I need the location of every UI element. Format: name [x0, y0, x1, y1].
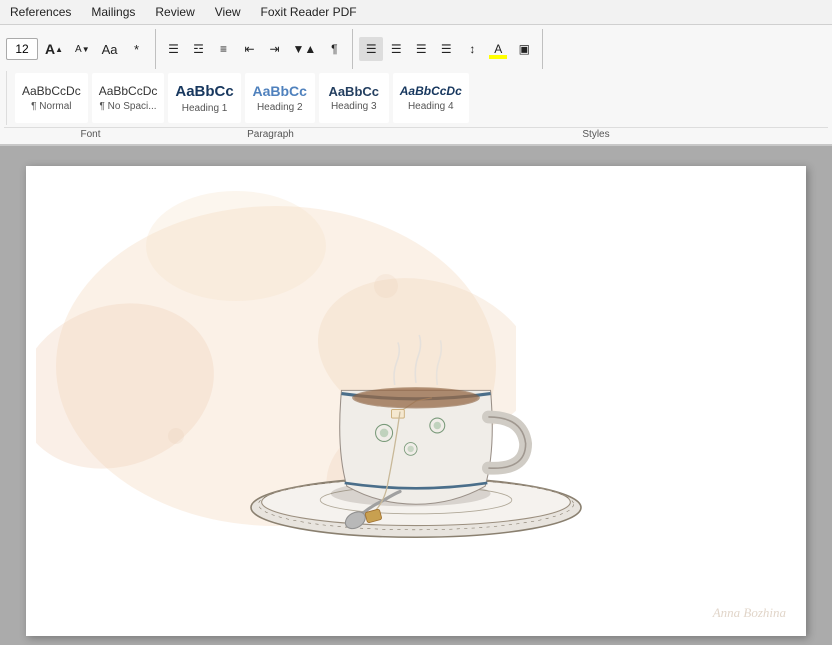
- align-center-button[interactable]: ☰: [384, 37, 408, 61]
- styles-area: AaBbCcDc ¶ Normal AaBbCcDc ¶ No Spaci...…: [6, 71, 826, 125]
- justify-button[interactable]: ☰: [434, 37, 458, 61]
- decrease-indent-button[interactable]: ⇤: [238, 37, 262, 61]
- style-heading3-label: Heading 3: [331, 101, 377, 112]
- shading-color-bar: [489, 55, 507, 59]
- style-heading3-preview: AaBbCc: [328, 84, 379, 100]
- align-left-button[interactable]: ☰: [359, 37, 383, 61]
- menu-mailings[interactable]: Mailings: [81, 2, 145, 22]
- menu-references[interactable]: References: [0, 2, 81, 22]
- shading-button[interactable]: A: [486, 37, 510, 61]
- font-group-label: Font: [8, 129, 173, 140]
- clear-formatting-button[interactable]: *: [125, 37, 149, 61]
- font-size-input[interactable]: [6, 38, 38, 60]
- styles-group-label: Styles: [368, 129, 824, 140]
- sort-button[interactable]: ▼▲: [288, 37, 322, 61]
- style-heading4[interactable]: AaBbCcDc Heading 4: [393, 73, 469, 123]
- numbered-list-button[interactable]: ☲: [187, 37, 211, 61]
- tea-cup-image: [226, 236, 606, 566]
- multilevel-list-button[interactable]: ≡: [212, 37, 236, 61]
- separator-1: [155, 29, 156, 69]
- indent-buttons: ⇤ ⇥ ▼▲ ¶: [238, 37, 347, 61]
- menu-review[interactable]: Review: [145, 2, 204, 22]
- style-heading2[interactable]: AaBbCc Heading 2: [245, 73, 315, 123]
- style-heading1-label: Heading 1: [182, 103, 228, 114]
- bullet-list-button[interactable]: ☰: [162, 37, 186, 61]
- alignment-buttons: ☰ ☰ ☰ ☰: [359, 37, 458, 61]
- style-heading3[interactable]: AaBbCc Heading 3: [319, 73, 389, 123]
- style-no-spacing-preview: AaBbCcDc: [99, 84, 158, 98]
- menu-view[interactable]: View: [205, 2, 251, 22]
- font-grow-button[interactable]: A▲: [40, 37, 68, 61]
- borders-button[interactable]: ▣: [512, 37, 536, 61]
- increase-indent-button[interactable]: ⇥: [263, 37, 287, 61]
- ribbon: A▲ A▼ Aa * ☰ ☲ ≡ ⇤ ⇥ ▼▲ ¶ ☰ ☰ ☰ ☰ ↕ A: [0, 25, 832, 146]
- align-right-button[interactable]: ☰: [409, 37, 433, 61]
- separator-2: [352, 29, 353, 69]
- document-area: Anna Bozhina: [0, 146, 832, 645]
- ribbon-group-labels: Font Paragraph Styles: [4, 127, 828, 140]
- document-page[interactable]: Anna Bozhina: [26, 166, 806, 636]
- style-heading4-preview: AaBbCcDc: [400, 84, 462, 98]
- watermark-text: Anna Bozhina: [713, 605, 786, 621]
- show-formatting-button[interactable]: ¶: [322, 37, 346, 61]
- style-no-spacing[interactable]: AaBbCcDc ¶ No Spaci...: [92, 73, 165, 123]
- list-buttons: ☰ ☲ ≡: [162, 37, 236, 61]
- paragraph-group-label: Paragraph: [173, 129, 368, 140]
- style-no-spacing-label: ¶ No Spaci...: [100, 101, 157, 112]
- menu-bar: References Mailings Review View Foxit Re…: [0, 0, 832, 25]
- style-heading2-label: Heading 2: [257, 102, 303, 113]
- style-normal-label: ¶ Normal: [31, 101, 71, 112]
- style-normal-preview: AaBbCcDc: [22, 84, 81, 98]
- style-normal[interactable]: AaBbCcDc ¶ Normal: [15, 73, 88, 123]
- style-heading2-preview: AaBbCc: [253, 83, 307, 100]
- menu-foxit[interactable]: Foxit Reader PDF: [251, 2, 367, 22]
- ribbon-controls-row: A▲ A▼ Aa * ☰ ☲ ≡ ⇤ ⇥ ▼▲ ¶ ☰ ☰ ☰ ☰ ↕ A: [4, 27, 828, 127]
- line-spacing-button[interactable]: ↕: [460, 37, 484, 61]
- style-heading1-preview: AaBbCc: [175, 83, 233, 101]
- change-case-button[interactable]: Aa: [97, 37, 123, 61]
- style-heading1[interactable]: AaBbCc Heading 1: [168, 73, 240, 123]
- style-heading4-label: Heading 4: [408, 101, 454, 112]
- font-shrink-button[interactable]: A▼: [70, 37, 95, 61]
- separator-3: [542, 29, 543, 69]
